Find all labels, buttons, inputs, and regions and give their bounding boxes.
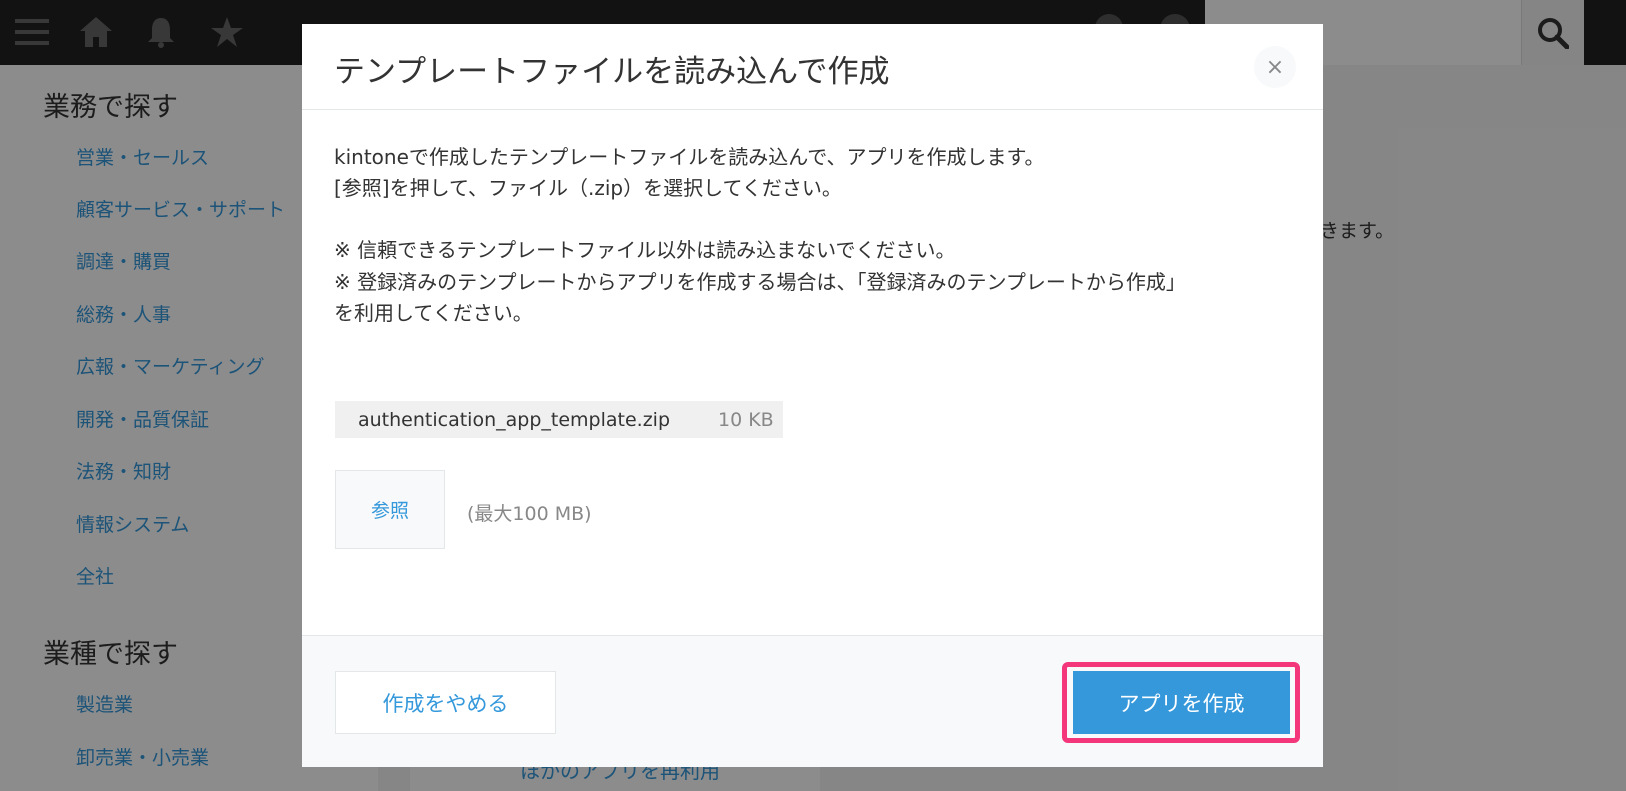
warning-note-3: を利用してください。 (334, 301, 533, 325)
import-template-dialog: テンプレートファイルを読み込んで作成 × kintoneで作成したテンプレートフ… (302, 24, 1323, 767)
close-button[interactable]: × (1254, 46, 1296, 88)
create-app-button[interactable]: アプリを作成 (1073, 671, 1290, 734)
max-file-size: (最大100 MB) (467, 503, 592, 525)
warning-note-2: ※ 登録済みのテンプレートからアプリを作成する場合は、「登録済みのテンプレートか… (334, 270, 1186, 294)
cancel-button[interactable]: 作成をやめる (335, 671, 556, 734)
browse-button[interactable]: 参照 (335, 470, 445, 549)
dialog-footer: 作成をやめる アプリを作成 (302, 635, 1323, 767)
dialog-header: テンプレートファイルを読み込んで作成 × (302, 24, 1323, 110)
file-size: 10 KB (718, 409, 774, 431)
file-name: authentication_app_template.zip (358, 409, 671, 431)
dialog-title: テンプレートファイルを読み込んで作成 (334, 54, 890, 90)
description-line-1: kintoneで作成したテンプレートファイルを読み込んで、アプリを作成します。 (334, 145, 1045, 169)
description-line-2: [参照]を押して、ファイル（.zip）を選択してください。 (334, 176, 842, 200)
selected-file: authentication_app_template.zip 10 KB (335, 401, 783, 438)
warning-note-1: ※ 信頼できるテンプレートファイル以外は読み込まないでください。 (334, 238, 956, 262)
close-icon: × (1265, 54, 1285, 80)
